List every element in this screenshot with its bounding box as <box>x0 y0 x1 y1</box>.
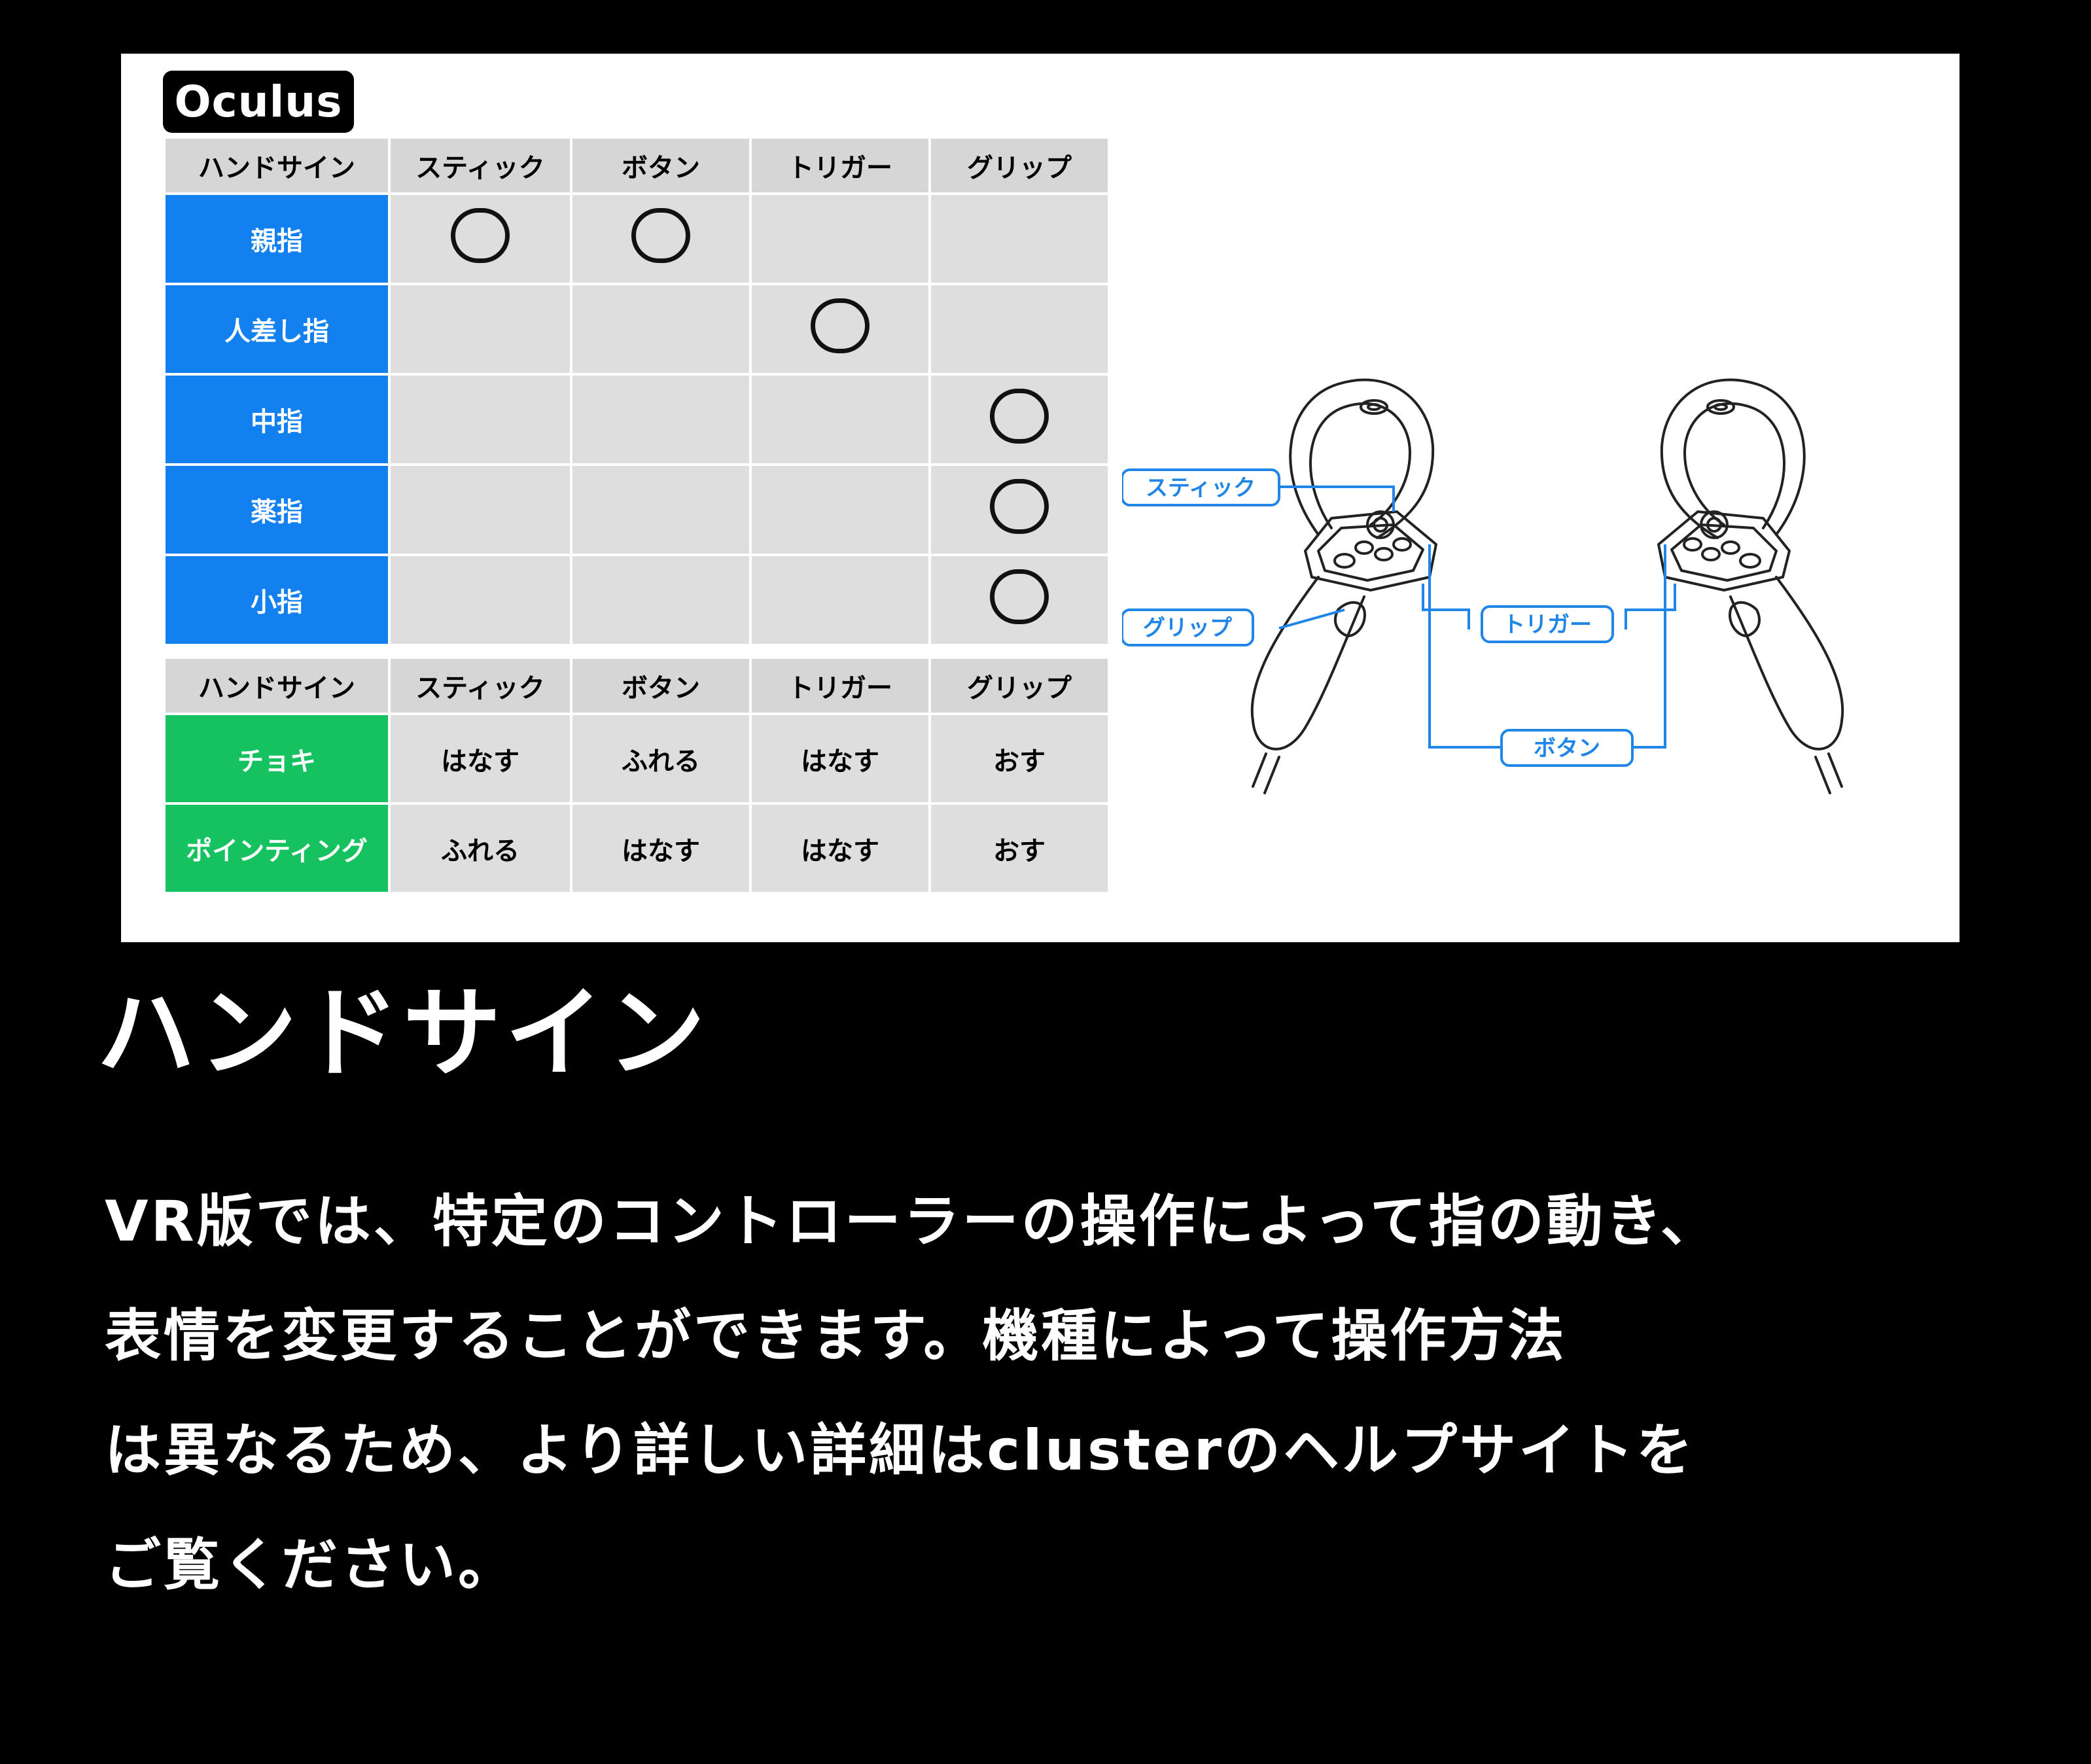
label-stick: スティック <box>1122 468 1280 506</box>
check-circle-icon <box>990 569 1049 624</box>
cell-button <box>572 466 749 556</box>
check-circle-icon <box>631 208 690 263</box>
description-line: 表情を変更することができます。機種によって操作方法 <box>105 1303 1567 1369</box>
table-row: 親指 <box>166 195 1108 285</box>
cell-trigger <box>752 466 928 556</box>
column-header-button: ボタン <box>572 659 749 715</box>
label-button-text: ボタン <box>1534 735 1600 762</box>
finger-table: ハンドサイン スティック ボタン トリガー グリップ 親指 人差し指 中指 薬指 小指 <box>163 139 1110 646</box>
page-title: ハンドサイン <box>97 977 710 1091</box>
column-header-stick: スティック <box>391 659 570 715</box>
check-circle-icon <box>990 479 1049 534</box>
cell-trigger: はなす <box>752 715 928 805</box>
column-header-hand-sign: ハンドサイン <box>166 659 388 715</box>
cell-button <box>572 556 749 646</box>
label-grip-text: グリップ <box>1143 615 1232 641</box>
hand-sign-label: ポインティング <box>166 805 388 894</box>
cell-trigger: はなす <box>752 805 928 894</box>
column-header-grip: グリップ <box>931 659 1108 715</box>
cell-trigger <box>752 195 928 285</box>
cell-button: はなす <box>572 805 749 894</box>
column-header-stick: スティック <box>391 139 570 195</box>
cell-button <box>572 376 749 466</box>
right-controller-illustration <box>1657 378 1844 794</box>
cell-stick <box>391 195 570 285</box>
column-header-trigger: トリガー <box>752 139 928 195</box>
label-grip: グリップ <box>1122 609 1254 646</box>
left-controller-illustration <box>1250 378 1437 794</box>
cell-button <box>572 285 749 376</box>
cell-stick <box>391 376 570 466</box>
cell-stick <box>391 556 570 646</box>
cell-grip <box>931 466 1108 556</box>
hand-sign-table: ハンドサイン スティック ボタン トリガー グリップ チョキ はなす ふれる はなすお… <box>163 659 1110 894</box>
description-line: ご覧ください。 <box>105 1532 517 1598</box>
cell-button <box>572 195 749 285</box>
cell-grip <box>931 195 1108 285</box>
cell-trigger <box>752 556 928 646</box>
finger-label: 人差し指 <box>166 285 388 376</box>
cell-stick <box>391 285 570 376</box>
cell-grip <box>931 376 1108 466</box>
label-trigger: トリガー <box>1481 605 1614 643</box>
label-trigger-text: トリガー <box>1503 612 1592 638</box>
cell-grip: おす <box>931 805 1108 894</box>
cell-stick: ふれる <box>391 805 570 894</box>
table-row: 薬指 <box>166 466 1108 556</box>
cell-grip: おす <box>931 715 1108 805</box>
finger-table-header: ハンドサイン スティック ボタン トリガー グリップ <box>166 139 1108 195</box>
check-circle-icon <box>451 208 510 263</box>
cell-grip <box>931 285 1108 376</box>
cell-button: ふれる <box>572 715 749 805</box>
cell-stick <box>391 466 570 556</box>
table-row: チョキ はなす ふれる はなす おす <box>166 715 1108 805</box>
hand-sign-table-header: ハンドサイン スティック ボタン トリガー グリップ <box>166 659 1108 715</box>
table-row: 中指 <box>166 376 1108 466</box>
hand-sign-label: チョキ <box>166 715 388 805</box>
column-header-trigger: トリガー <box>752 659 928 715</box>
finger-label: 親指 <box>166 195 388 285</box>
finger-label: 小指 <box>166 556 388 646</box>
table-row: 人差し指 <box>166 285 1108 376</box>
description-line: VR版では、特定のコントローラーの操作によって指の動き、 <box>105 1189 1719 1254</box>
controls-panel: Oculus ハンドサイン スティック ボタン トリガー グリップ 親指 人差し指… <box>121 54 1959 942</box>
check-circle-icon <box>811 298 870 353</box>
finger-label: 中指 <box>166 376 388 466</box>
table-row: 小指 <box>166 556 1108 646</box>
cell-stick: はなす <box>391 715 570 805</box>
cell-trigger <box>752 376 928 466</box>
cell-trigger <box>752 285 928 376</box>
description: VR版では、特定のコントローラーの操作によって指の動き、 表情を変更することがで… <box>105 1165 2002 1623</box>
device-badge: Oculus <box>163 71 354 133</box>
column-header-button: ボタン <box>572 139 749 195</box>
column-header-hand-sign: ハンドサイン <box>166 139 388 195</box>
finger-label: 薬指 <box>166 466 388 556</box>
controller-diagram: スティック グリップ トリガー ボタン <box>1122 378 1844 794</box>
label-button: ボタン <box>1500 729 1634 767</box>
column-header-grip: グリップ <box>931 139 1108 195</box>
table-row: ポインティング ふれる はなす はなす おす <box>166 805 1108 894</box>
cell-grip <box>931 556 1108 646</box>
description-line: は異なるため、より詳しい詳細はclusterのヘルプサイトを <box>105 1418 1695 1483</box>
label-stick-text: スティック <box>1146 475 1256 501</box>
check-circle-icon <box>990 389 1049 444</box>
